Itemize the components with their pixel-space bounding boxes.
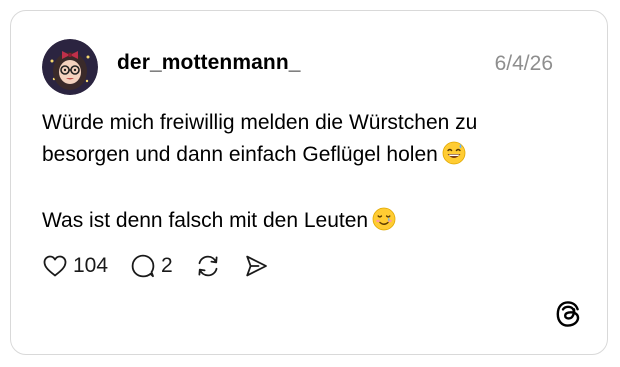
like-count: 104 xyxy=(73,254,109,277)
speech-bubble-icon xyxy=(130,253,156,279)
smiling-face-with-tear-icon xyxy=(372,207,396,241)
post-body: Würde mich freiwillig melden die Würstch… xyxy=(42,107,582,241)
share-button[interactable] xyxy=(243,253,269,279)
heart-icon xyxy=(42,254,68,278)
like-button[interactable]: 104 xyxy=(42,254,108,278)
avatar[interactable] xyxy=(42,39,98,95)
reply-count: 2 xyxy=(161,254,173,277)
grinning-face-with-sweat-icon xyxy=(442,141,466,175)
reply-button[interactable]: 2 xyxy=(130,253,173,279)
repost-button[interactable] xyxy=(195,253,221,279)
post-card: der_mottenmann_ 6/4/26 Würde mich freiwi… xyxy=(10,10,608,355)
username[interactable]: der_mottenmann_ xyxy=(117,51,301,75)
post-date: 6/4/26 xyxy=(494,52,553,75)
send-icon xyxy=(243,253,269,279)
post-text-line: Was ist denn falsch mit den Leuten xyxy=(42,205,582,241)
post-text-line: Würde mich freiwillig melden die Würstch… xyxy=(42,111,478,134)
threads-logo-icon[interactable] xyxy=(555,300,581,328)
repost-icon xyxy=(195,253,221,279)
action-bar: 104 2 xyxy=(42,252,291,280)
post-text-line: besorgen und dann einfach Geflügel holen xyxy=(42,139,582,175)
